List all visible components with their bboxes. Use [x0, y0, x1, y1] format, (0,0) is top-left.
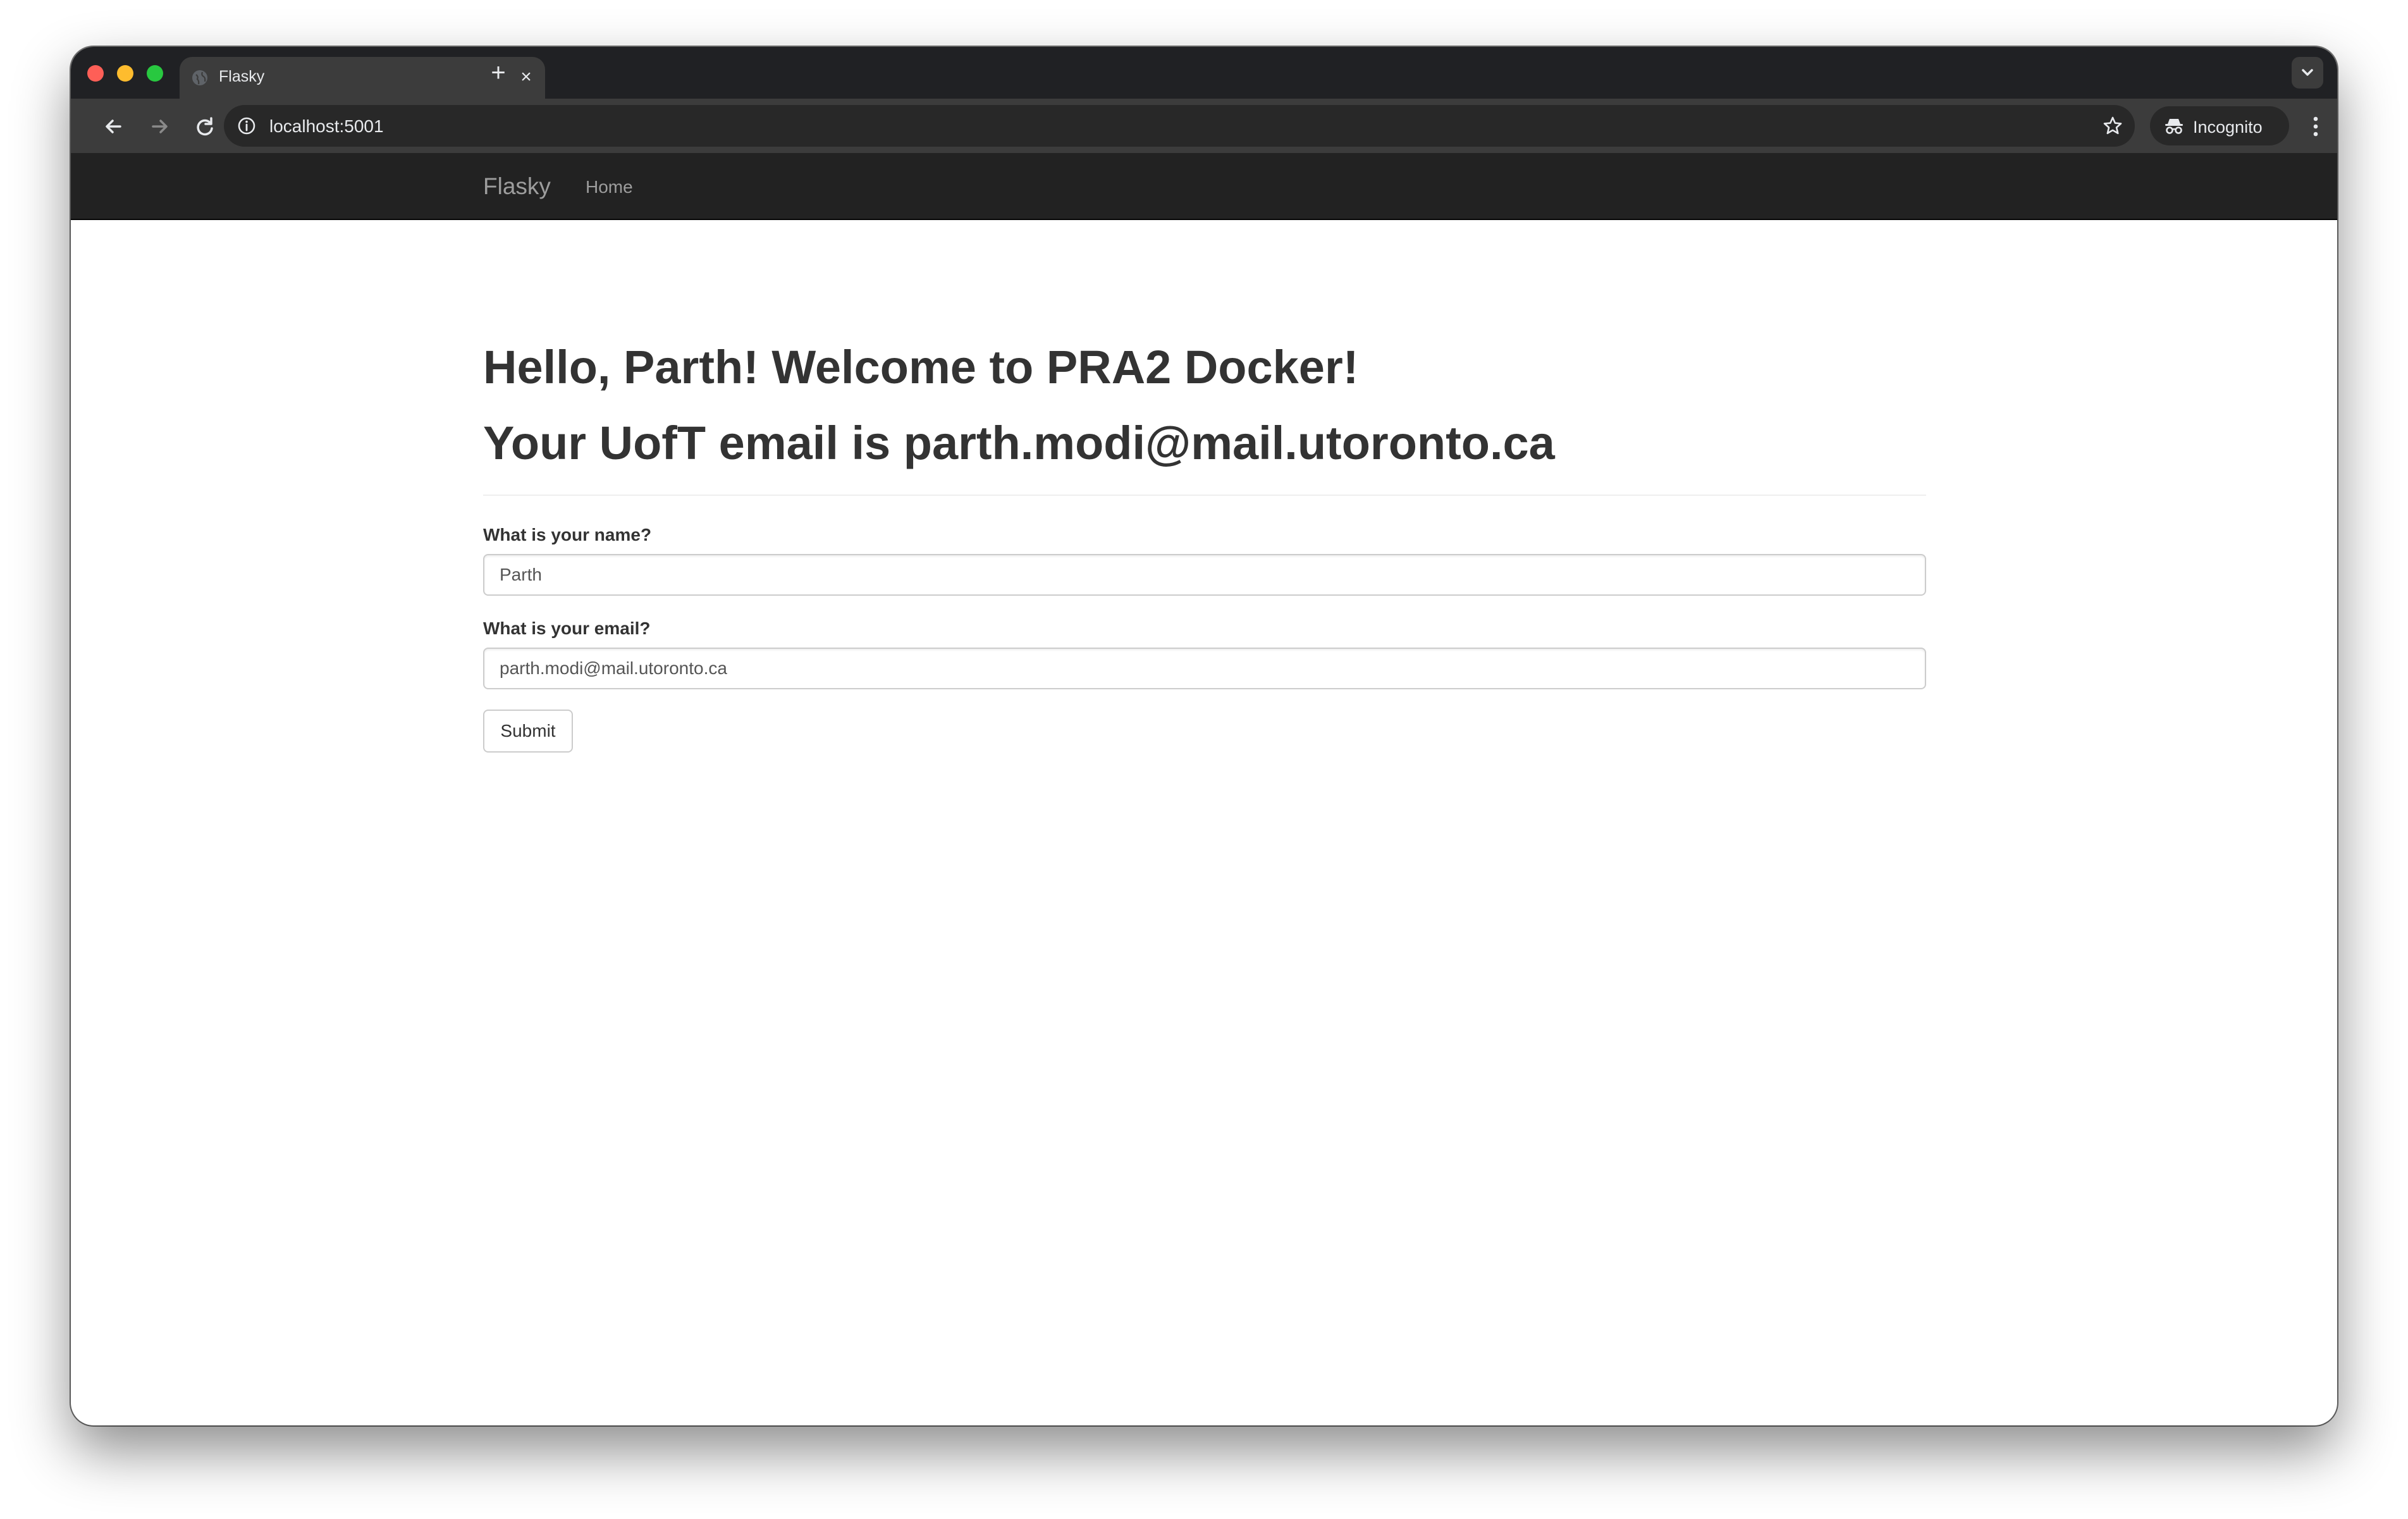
incognito-icon: [2165, 119, 2183, 134]
chevron-down-icon: [2302, 69, 2313, 76]
name-input[interactable]: [483, 554, 1926, 596]
browser-toolbar: localhost:5001 Incognito: [71, 99, 2337, 153]
new-tab-button[interactable]: +: [483, 58, 513, 89]
nav-home-link[interactable]: Home: [586, 177, 633, 197]
globe-icon: [192, 70, 207, 85]
browser-window: Flasky × + localhost:5001 Incognito Flas…: [71, 47, 2337, 1425]
header-divider: [483, 495, 1926, 496]
tab-strip: Flasky × +: [71, 47, 2337, 99]
info-icon[interactable]: [236, 116, 257, 136]
incognito-profile-button[interactable]: Incognito: [2150, 106, 2289, 145]
email-label: What is your email?: [483, 618, 651, 638]
submit-button[interactable]: Submit: [483, 710, 573, 753]
email-heading: Your UofT email is parth.modi@mail.utoro…: [483, 417, 1555, 469]
tab-title: Flasky: [219, 68, 265, 85]
star-icon[interactable]: [2102, 115, 2123, 137]
address-bar[interactable]: localhost:5001: [224, 105, 2135, 147]
site-brand-link[interactable]: Flasky: [483, 173, 551, 200]
email-input[interactable]: [483, 648, 1926, 689]
site-navbar: Flasky Home: [71, 153, 2337, 220]
close-window-button[interactable]: [87, 65, 104, 82]
incognito-label: Incognito: [2193, 118, 2263, 137]
tab-search-button[interactable]: [2292, 57, 2323, 89]
kebab-menu-icon[interactable]: [2303, 113, 2328, 140]
maximize-window-button[interactable]: [147, 65, 163, 82]
reload-icon[interactable]: [190, 111, 220, 142]
minimize-window-button[interactable]: [117, 65, 133, 82]
name-label: What is your name?: [483, 525, 652, 544]
back-arrow-icon[interactable]: [99, 111, 129, 142]
forward-arrow-icon[interactable]: [144, 111, 175, 142]
greeting-heading: Hello, Parth! Welcome to PRA2 Docker!: [483, 341, 1359, 393]
close-tab-icon[interactable]: ×: [513, 65, 539, 90]
url-text[interactable]: localhost:5001: [269, 116, 384, 137]
